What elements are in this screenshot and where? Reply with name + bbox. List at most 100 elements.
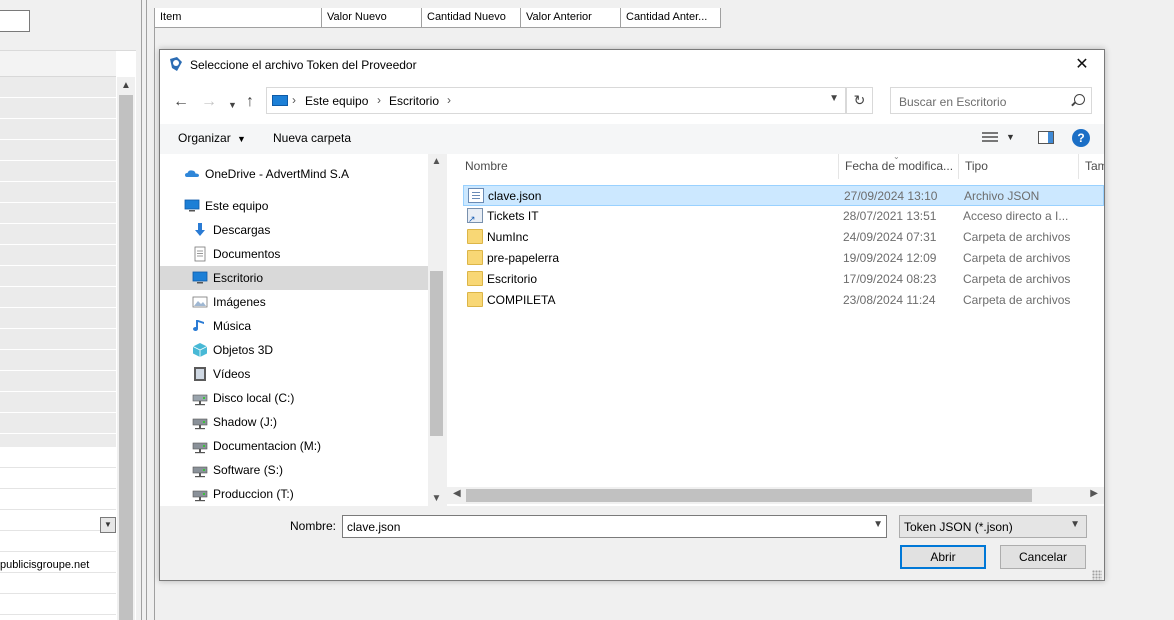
file-row[interactable]: NumInc 24/09/2024 07:31 Carpeta de archivo… bbox=[463, 227, 1104, 248]
nav-item-documentos[interactable]: Documentos bbox=[160, 242, 428, 266]
chevron-right-icon[interactable]: ▶ bbox=[1090, 488, 1098, 499]
chevron-right-icon[interactable]: › bbox=[447, 93, 451, 107]
nav-item-imágenes[interactable]: Imágenes bbox=[160, 290, 428, 314]
folder-icon bbox=[467, 292, 483, 307]
arrow-right-icon: → bbox=[201, 93, 217, 110]
onedrive-icon bbox=[184, 166, 200, 182]
file-list-horizontal-scrollbar[interactable]: ◀ ▶ bbox=[447, 487, 1104, 504]
nav-item-objetos-3d[interactable]: Objetos 3D bbox=[160, 338, 428, 362]
grid-header-cantidad-anterior[interactable]: Cantidad Anter... bbox=[621, 8, 721, 27]
cancel-button[interactable]: Cancelar bbox=[1000, 545, 1086, 569]
background-text-input[interactable] bbox=[0, 10, 30, 32]
nav-item-shadow-j[interactable]: Shadow (J:) bbox=[160, 410, 428, 434]
nav-item-vídeos[interactable]: Vídeos bbox=[160, 362, 428, 386]
nav-item-disco-local-c[interactable]: Disco local (C:) bbox=[160, 386, 428, 410]
nav-item-descargas[interactable]: Descargas bbox=[160, 218, 428, 242]
column-header-name[interactable]: Nombre bbox=[459, 154, 839, 179]
nav-item-produccion-t[interactable]: Produccion (T:) bbox=[160, 482, 428, 506]
desktop-icon bbox=[192, 270, 208, 286]
nav-item-este-equipo[interactable]: Este equipo bbox=[160, 194, 428, 218]
navigation-scrollbar[interactable]: ▲ ▼ bbox=[428, 154, 445, 506]
background-left-panel: ▲ ▼ publicisgroupe.net bbox=[0, 0, 136, 620]
column-header-size[interactable]: Tam bbox=[1079, 154, 1104, 179]
file-type-value: Token JSON (*.json) bbox=[904, 520, 1013, 534]
file-row[interactable]: Tickets IT 28/07/2021 13:51 Acceso directo… bbox=[463, 206, 1104, 227]
nav-item-documentacion-m[interactable]: Documentacion (M:) bbox=[160, 434, 428, 458]
chevron-up-icon[interactable]: ▲ bbox=[117, 77, 135, 94]
chevron-down-icon[interactable]: ▼ bbox=[100, 517, 116, 533]
chevron-right-icon[interactable]: › bbox=[377, 93, 381, 107]
chevron-down-icon[interactable]: ▼ bbox=[829, 93, 839, 104]
column-header-type[interactable]: Tipo bbox=[959, 154, 1079, 179]
file-date: 19/09/2024 12:09 bbox=[843, 251, 937, 265]
background-scrollbar[interactable]: ▲ bbox=[117, 77, 135, 620]
organize-menu-button[interactable]: Organizar ▼ bbox=[178, 131, 246, 145]
recent-locations-button[interactable]: ▼ bbox=[228, 97, 237, 113]
nav-item-software-s[interactable]: Software (S:) bbox=[160, 458, 428, 482]
file-row[interactable]: Escritorio 17/09/2024 08:23 Carpeta de arc… bbox=[463, 269, 1104, 290]
nav-item-label: Documentacion (M:) bbox=[213, 439, 322, 453]
resize-grip-icon[interactable] bbox=[1092, 570, 1102, 580]
view-options-icon[interactable] bbox=[982, 132, 998, 144]
forward-button[interactable]: → bbox=[201, 94, 217, 110]
computer-icon bbox=[184, 198, 200, 214]
nav-item-label: Documentos bbox=[213, 247, 281, 261]
file-list: Nombre Fecha de modifica... Tipo Tam ⌄ c… bbox=[447, 154, 1104, 506]
chevron-down-icon[interactable]: ▼ bbox=[1006, 132, 1015, 142]
file-date: 27/09/2024 13:10 bbox=[844, 189, 938, 203]
filename-input[interactable]: clave.json ▼ bbox=[342, 515, 887, 538]
chevron-down-icon[interactable]: ▼ bbox=[873, 519, 883, 530]
nav-item-label: Escritorio bbox=[213, 271, 264, 285]
file-row[interactable]: clave.json 27/09/2024 13:10 Archivo JSON bbox=[463, 185, 1104, 206]
file-name: NumInc bbox=[487, 230, 529, 244]
chevron-up-icon[interactable]: ▲ bbox=[428, 156, 445, 167]
file-name: Tickets IT bbox=[487, 209, 539, 223]
background-scroll-thumb[interactable] bbox=[119, 95, 133, 620]
up-button[interactable]: ↑ bbox=[246, 94, 254, 110]
nav-item-escritorio[interactable]: Escritorio bbox=[160, 266, 428, 290]
local-disk-icon bbox=[192, 390, 208, 406]
grid-header-cantidad-nuevo[interactable]: Cantidad Nuevo bbox=[422, 8, 521, 27]
folder-icon bbox=[467, 250, 483, 265]
navigation-bar: ← → ▼ ↑ › Este equipo › Escritorio › ▼ ↻… bbox=[160, 80, 1104, 124]
address-bar[interactable]: › Este equipo › Escritorio › ▼ bbox=[266, 87, 846, 114]
back-button[interactable]: ← bbox=[173, 94, 189, 110]
3d-objects-icon bbox=[192, 342, 208, 358]
folder-icon bbox=[467, 229, 483, 244]
breadcrumb-escritorio[interactable]: Escritorio bbox=[389, 94, 439, 108]
close-button[interactable]: ✕ bbox=[1060, 50, 1104, 80]
app-icon bbox=[170, 57, 182, 71]
sort-indicator-icon: ⌄ bbox=[893, 154, 900, 161]
preview-pane-icon[interactable] bbox=[1038, 131, 1054, 144]
file-date: 23/08/2024 11:24 bbox=[843, 293, 936, 307]
refresh-button[interactable]: ↻ bbox=[846, 87, 873, 114]
navigation-pane: OneDrive - AdvertMind S.A Este equipo Desc… bbox=[160, 154, 445, 506]
grid-header-valor-anterior[interactable]: Valor Anterior bbox=[521, 8, 621, 27]
file-row[interactable]: COMPILETA 23/08/2024 11:24 Carpeta de arch… bbox=[463, 290, 1104, 311]
chevron-down-icon: ▼ bbox=[1070, 519, 1080, 530]
file-date: 24/09/2024 07:31 bbox=[843, 230, 937, 244]
help-icon[interactable]: ? bbox=[1072, 129, 1090, 147]
navigation-scroll-thumb[interactable] bbox=[430, 271, 443, 436]
new-folder-button[interactable]: Nueva carpeta bbox=[273, 131, 351, 145]
file-row[interactable]: pre-papelerra 19/09/2024 12:09 Carpeta de … bbox=[463, 248, 1104, 269]
file-type-select[interactable]: Token JSON (*.json) ▼ bbox=[899, 515, 1087, 538]
background-splitter[interactable] bbox=[146, 0, 147, 620]
computer-icon bbox=[272, 95, 288, 106]
search-input[interactable]: Buscar en Escritorio bbox=[890, 87, 1092, 114]
chevron-left-icon[interactable]: ◀ bbox=[453, 488, 461, 499]
grid-header-item[interactable]: Item bbox=[155, 8, 322, 27]
breadcrumb-este-equipo[interactable]: Este equipo bbox=[305, 94, 368, 108]
nav-item-label: Disco local (C:) bbox=[213, 391, 295, 405]
background-splitter[interactable] bbox=[141, 0, 142, 620]
chevron-down-icon[interactable]: ▼ bbox=[428, 493, 445, 504]
open-button[interactable]: Abrir bbox=[900, 545, 986, 569]
grid-header-valor-nuevo[interactable]: Valor Nuevo bbox=[322, 8, 422, 27]
horizontal-scroll-thumb[interactable] bbox=[466, 489, 1032, 502]
organize-label: Organizar bbox=[178, 131, 231, 145]
command-toolbar: Organizar ▼ Nueva carpeta ▼ ? bbox=[160, 124, 1104, 154]
background-grid-header: Item Valor Nuevo Cantidad Nuevo Valor An… bbox=[155, 8, 721, 28]
nav-item-onedrive-advertmind-s-a[interactable]: OneDrive - AdvertMind S.A bbox=[160, 162, 428, 186]
nav-item-música[interactable]: Música bbox=[160, 314, 428, 338]
filename-value[interactable]: clave.json bbox=[347, 520, 400, 534]
